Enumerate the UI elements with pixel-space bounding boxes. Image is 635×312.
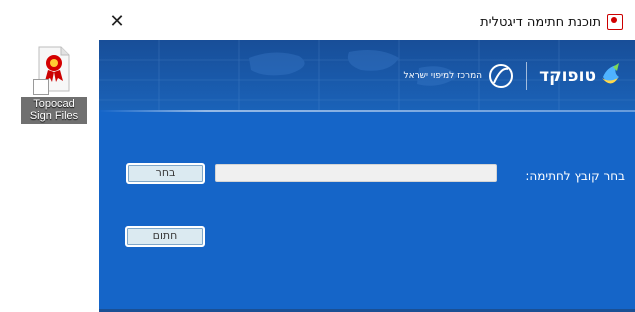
close-button[interactable]: ✕ — [107, 12, 127, 32]
choose-button[interactable]: בחר — [126, 163, 205, 184]
pdf-ribbon-file-icon — [31, 45, 77, 95]
org-logo: המרכז למיפוי ישראל — [403, 63, 514, 89]
header-banner: המרכז למיפוי ישראל טופוקד — [99, 40, 635, 110]
window-title: תוכנת חתימה דיגטלית — [480, 14, 601, 30]
globe-logo-icon — [489, 64, 514, 88]
brand-name: טופוקד — [539, 66, 596, 86]
topocad-logo-icon — [602, 63, 619, 84]
brand-area: המרכז למיפוי ישראל טופוקד — [403, 56, 621, 96]
app-ribbon-icon — [607, 14, 623, 30]
sign-button[interactable]: חתום — [125, 226, 205, 247]
signing-form: בחר קובץ לחתימה: בחר חתום — [99, 112, 635, 312]
choose-file-label: בחר קובץ לחתימה: — [525, 169, 625, 183]
topocad-logo: טופוקד — [539, 63, 621, 89]
desktop-shortcut-label: Topocad Sign Files — [21, 97, 87, 124]
org-name: המרכז למיפוי ישראל — [403, 71, 483, 81]
digital-signature-window: ✕ תוכנת חתימה דיגטלית המרכז למיפוי ישראל… — [99, 4, 635, 312]
window-client-area: המרכז למיפוי ישראל טופוקד בחר קובץ לחתימ… — [99, 40, 635, 312]
title-bar: ✕ תוכנת חתימה דיגטלית — [99, 4, 635, 40]
shortcut-arrow-icon — [33, 79, 49, 95]
file-path-input[interactable] — [215, 164, 497, 182]
brand-divider — [526, 62, 528, 90]
desktop-shortcut-topocad-sign-files[interactable]: Topocad Sign Files — [18, 45, 90, 135]
